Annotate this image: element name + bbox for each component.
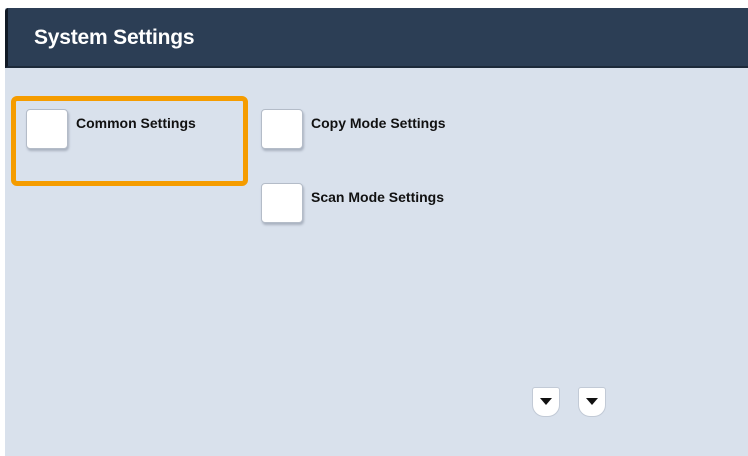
page-title: System Settings [34, 26, 195, 49]
arrow-down-icon [586, 398, 598, 405]
scan-mode-settings-checkbox[interactable] [261, 183, 303, 223]
scroll-down-button[interactable] [578, 387, 606, 417]
system-settings-screen: System Settings Common Settings Copy Mod… [5, 8, 748, 456]
common-settings-label: Common Settings [76, 115, 196, 131]
common-settings-checkbox[interactable] [26, 109, 68, 149]
copy-mode-settings-checkbox[interactable] [261, 109, 303, 149]
scan-mode-settings-label: Scan Mode Settings [311, 189, 445, 205]
copy-mode-settings-label: Copy Mode Settings [311, 115, 446, 131]
arrow-down-icon [540, 398, 552, 405]
title-bar: System Settings [5, 8, 748, 68]
page-down-button[interactable] [532, 387, 560, 417]
